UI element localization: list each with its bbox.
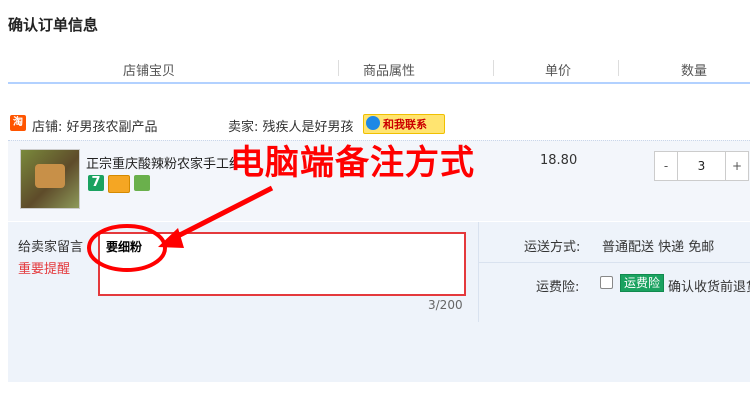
annotation-arrow-line [168, 185, 274, 243]
annotation-circle [87, 224, 167, 272]
annotation-overlay [87, 185, 274, 272]
